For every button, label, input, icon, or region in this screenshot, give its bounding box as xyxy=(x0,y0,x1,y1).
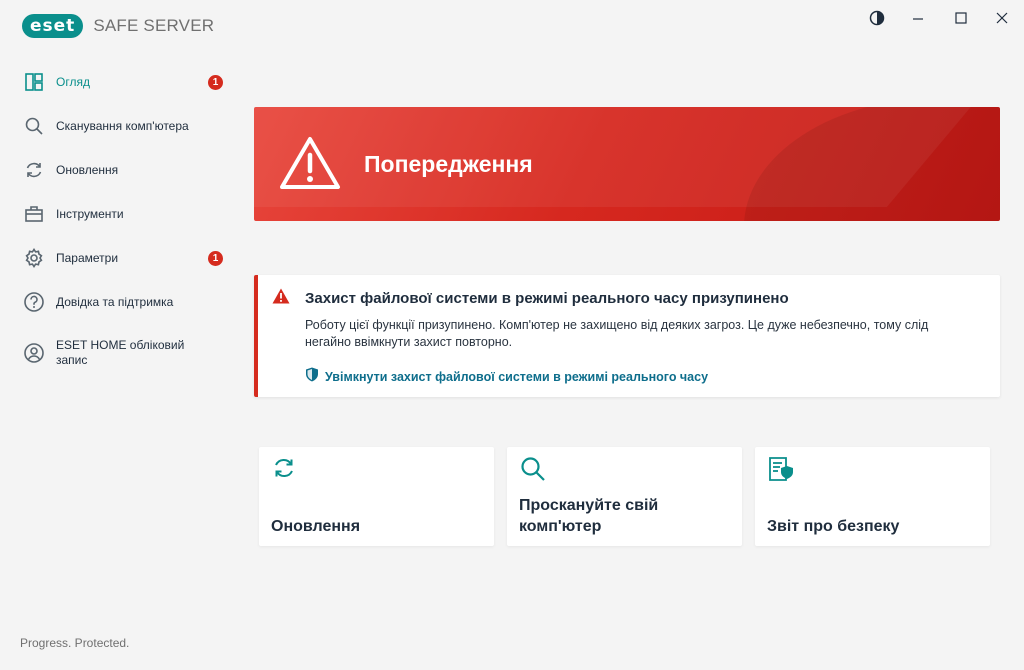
sidebar-item-label: Оновлення xyxy=(56,162,119,177)
sidebar-item-label: Довідка та підтримка xyxy=(56,294,174,309)
tagline: Progress. Protected. xyxy=(20,636,130,650)
contrast-icon[interactable] xyxy=(865,8,889,28)
warning-icon xyxy=(278,135,342,196)
account-icon xyxy=(22,341,46,365)
sidebar-item-help[interactable]: Довідка та підтримка xyxy=(0,280,240,324)
notification-badge: 1 xyxy=(208,74,223,90)
warning-banner: Попередження xyxy=(254,107,1000,221)
warning-icon xyxy=(272,288,290,309)
sidebar-item-update[interactable]: Оновлення xyxy=(0,148,240,192)
product-name: SAFE SERVER xyxy=(93,16,215,35)
maximize-icon[interactable] xyxy=(949,8,973,28)
tile-label: Проскануйте свій комп'ютер xyxy=(519,497,659,535)
alert-card: Захист файлової системи в режимі реально… xyxy=(254,275,1000,397)
security-report-icon xyxy=(767,455,795,488)
sidebar-item-label: Параметри xyxy=(56,250,119,265)
alert-title: Захист файлової системи в режимі реально… xyxy=(305,290,789,307)
sidebar-item-scan[interactable]: Сканування комп'ютера xyxy=(0,104,240,148)
refresh-icon xyxy=(22,158,46,182)
sidebar-item-label: Інструменти xyxy=(56,206,124,221)
toolbox-icon xyxy=(22,202,46,226)
overview-icon xyxy=(22,70,46,94)
minimize-icon[interactable] xyxy=(906,8,930,28)
eset-logo: eset xyxy=(22,14,84,38)
sidebar: eset SAFE SERVER Огляд 1 Сканування комп… xyxy=(0,0,240,670)
tile-scan[interactable]: Проскануйте свій комп'ютер xyxy=(507,447,742,546)
tile-label: Звіт про безпеку xyxy=(767,518,900,535)
sidebar-nav: Огляд 1 Сканування комп'ютера Оновлення … xyxy=(0,60,240,382)
gear-icon xyxy=(22,246,46,270)
shield-icon xyxy=(305,367,319,387)
sidebar-item-tools[interactable]: Інструменти xyxy=(0,192,240,236)
sidebar-item-settings[interactable]: Параметри 1 xyxy=(0,236,240,280)
search-icon xyxy=(519,455,547,488)
notification-badge: 1 xyxy=(208,250,223,266)
search-icon xyxy=(22,114,46,138)
sidebar-item-label: Сканування комп'ютера xyxy=(56,118,189,133)
sidebar-item-overview[interactable]: Огляд 1 xyxy=(0,60,240,104)
close-icon[interactable] xyxy=(990,8,1014,28)
help-icon xyxy=(22,290,46,314)
alert-description: Роботу цієї функції призупинено. Комп'ют… xyxy=(305,318,929,349)
sidebar-item-label: Огляд xyxy=(56,74,90,89)
app-logo: eset SAFE SERVER xyxy=(22,14,214,38)
enable-protection-link[interactable]: Увімкнути захист файлової системи в режи… xyxy=(305,367,708,387)
sidebar-item-eset-home[interactable]: ESET HOME обліковий запис xyxy=(0,324,240,382)
refresh-icon xyxy=(271,455,297,486)
banner-title: Попередження xyxy=(364,151,533,177)
tile-update[interactable]: Оновлення xyxy=(259,447,494,546)
tile-security-report[interactable]: Звіт про безпеку xyxy=(755,447,990,546)
link-label: Увімкнути захист файлової системи в режи… xyxy=(325,370,709,384)
tile-label: Оновлення xyxy=(271,518,361,535)
sidebar-item-label: ESET HOME обліковий запис xyxy=(56,338,185,367)
